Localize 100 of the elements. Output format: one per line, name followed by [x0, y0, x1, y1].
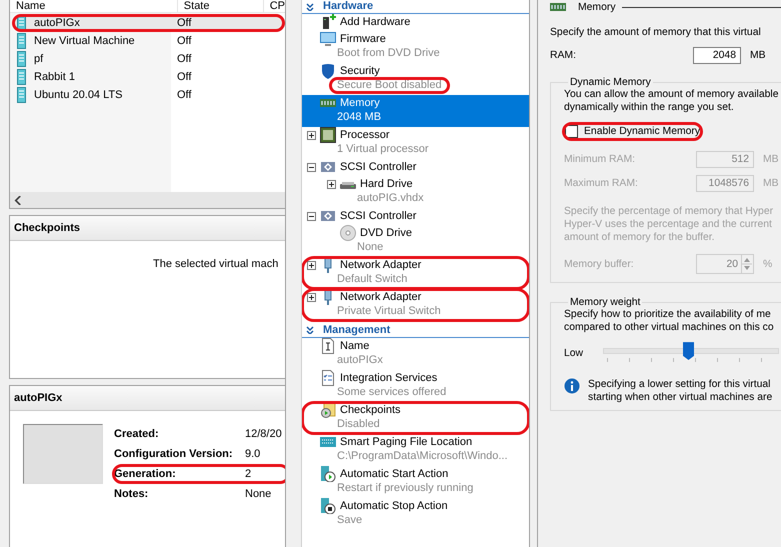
settings-tree-item[interactable]: Name autoPIGx: [302, 338, 529, 370]
item-title: SCSI Controller: [340, 210, 416, 222]
settings-tree-item[interactable]: SCSI Controller: [302, 208, 529, 225]
column-header[interactable]: Name: [10, 0, 178, 12]
item-subtitle: autoPIG.vhdx: [356, 191, 425, 206]
item-title: Name: [340, 340, 370, 352]
column-header[interactable]: CP: [264, 0, 285, 12]
settings-tree-item[interactable]: Automatic Start Action Restart if previously running: [302, 466, 529, 498]
scroll-left-icon[interactable]: [14, 196, 22, 204]
slider-thumb[interactable]: [683, 342, 694, 360]
item-title: Checkpoints: [340, 404, 401, 416]
horizontal-scrollbar[interactable]: [10, 192, 285, 208]
unit-label: MB: [763, 154, 779, 164]
monitor-icon: [320, 31, 336, 47]
settings-tree-item[interactable]: Processor 1 Virtual processor: [302, 127, 529, 159]
settings-tree-item[interactable]: Security Secure Boot disabled: [302, 63, 529, 95]
field-value: 2: [245, 468, 252, 480]
description-text: Specify the percentage of memory that Hyper Hyper-V uses the percentage and the current amount of memory for the buffer.: [564, 205, 774, 244]
item-subtitle: Restart if previously running: [336, 481, 474, 496]
vm-row[interactable]: pf Off: [12, 50, 285, 68]
settings-tree-item[interactable]: DVD Drive None: [322, 225, 529, 257]
server-play-icon: [320, 466, 336, 482]
column-header[interactable]: State: [178, 0, 264, 12]
item-title: Network Adapter: [340, 259, 422, 271]
field-value: None: [245, 488, 272, 500]
field-label: Notes:: [114, 488, 150, 500]
server-icon: [17, 15, 26, 31]
panel-title: autoPIGx: [10, 386, 285, 411]
item-title: Security: [340, 65, 380, 77]
server-icon: [17, 69, 26, 85]
server-stop-icon: [320, 498, 336, 514]
document-icon: [320, 338, 336, 354]
description-text: Specify how to prioritize the availability of me compared to other virtual machines on this co: [564, 308, 775, 334]
item-subtitle: Default Switch: [336, 272, 408, 287]
item-title: Processor: [340, 129, 390, 141]
memory-weight-slider[interactable]: [603, 342, 779, 364]
enable-dynamic-memory-checkbox[interactable]: Enable Dynamic Memory: [562, 122, 704, 141]
vm-row[interactable]: autoPIGx Off: [12, 14, 285, 32]
collapse-icon[interactable]: [306, 212, 316, 220]
settings-tree-item[interactable]: SCSI Controller: [302, 159, 529, 176]
expand-icon[interactable]: [326, 180, 336, 188]
vm-state: Off: [177, 89, 192, 101]
collapse-section-icon[interactable]: [306, 326, 314, 334]
checklist-icon: [320, 370, 336, 386]
vm-state: Off: [177, 71, 192, 83]
settings-tree-item[interactable]: Hard Drive autoPIG.vhdx: [322, 176, 529, 208]
memory-module-icon: [320, 434, 336, 450]
description-text: Specify the amount of memory that this virtual: [550, 26, 762, 39]
server-icon: [17, 51, 26, 67]
ram-input[interactable]: 2048: [693, 46, 741, 64]
shield-icon: [320, 63, 336, 79]
controller-icon: [320, 159, 336, 175]
expand-icon[interactable]: [306, 260, 316, 270]
vm-name: Rabbit 1: [34, 71, 76, 83]
settings-tree-item[interactable]: Checkpoints Disabled: [302, 402, 529, 434]
group-title: Dynamic Memory: [569, 77, 652, 88]
item-subtitle: Boot from DVD Drive: [336, 46, 441, 61]
collapse-icon[interactable]: [306, 162, 316, 172]
expand-icon[interactable]: [306, 292, 316, 302]
item-subtitle: Private Virtual Switch: [336, 304, 442, 319]
server-icon: [17, 33, 26, 49]
settings-tree-item[interactable]: Memory 2048 MB: [302, 95, 529, 127]
unit-label: MB: [763, 178, 779, 188]
item-title: Network Adapter: [340, 291, 422, 303]
vm-state: Off: [177, 17, 192, 29]
field-value: 12/8/20: [245, 428, 282, 440]
field-value: 9.0: [245, 448, 260, 460]
settings-tree-item[interactable]: Firmware Boot from DVD Drive: [302, 31, 529, 63]
item-subtitle: 2048 MB: [336, 110, 382, 125]
empty-message: The selected virtual mach: [152, 257, 280, 270]
vm-row[interactable]: New Virtual Machine Off: [12, 32, 285, 50]
vm-row[interactable]: Rabbit 1 Off: [12, 68, 285, 86]
item-title: Smart Paging File Location: [340, 436, 472, 448]
item-subtitle: 1 Virtual processor: [336, 142, 430, 157]
page-title: Memory: [578, 2, 616, 12]
settings-tree-item[interactable]: Automatic Stop Action Save: [302, 498, 529, 530]
item-title: SCSI Controller: [340, 161, 416, 173]
controller-icon: [320, 208, 336, 224]
item-title: Add Hardware: [340, 16, 410, 28]
item-title: DVD Drive: [360, 227, 412, 239]
field-label: Maximum RAM:: [564, 178, 639, 188]
folder-clock-icon: [320, 402, 336, 418]
info-text: Specifying a lower setting for this virtual starting when other virtual machines are: [588, 378, 772, 404]
description-text: You can allow the amount of memory available dynamically within the range you set.: [564, 88, 780, 114]
collapse-section-icon[interactable]: [306, 2, 314, 10]
field-label: Created:: [114, 428, 160, 440]
field-label: Generation:: [114, 468, 177, 480]
item-subtitle: autoPIGx: [336, 353, 384, 368]
settings-tree-item[interactable]: Smart Paging File Location C:\ProgramData\Microsoft\Windo...: [302, 434, 529, 466]
vm-name: Ubuntu 20.04 LTS: [34, 89, 124, 101]
vm-row[interactable]: Ubuntu 20.04 LTS Off: [12, 86, 285, 104]
expand-icon[interactable]: [306, 130, 316, 140]
info-icon: [564, 378, 580, 394]
settings-tree-item[interactable]: Integration Services Some services offered: [302, 370, 529, 402]
settings-tree-item[interactable]: Network Adapter Default Switch: [302, 257, 529, 289]
settings-tree-item[interactable]: Add Hardware: [302, 14, 529, 31]
settings-tree-item[interactable]: Network Adapter Private Virtual Switch: [302, 289, 529, 321]
item-subtitle: Disabled: [336, 417, 381, 432]
item-title: Automatic Start Action: [340, 468, 448, 480]
disc-icon: [340, 225, 356, 241]
